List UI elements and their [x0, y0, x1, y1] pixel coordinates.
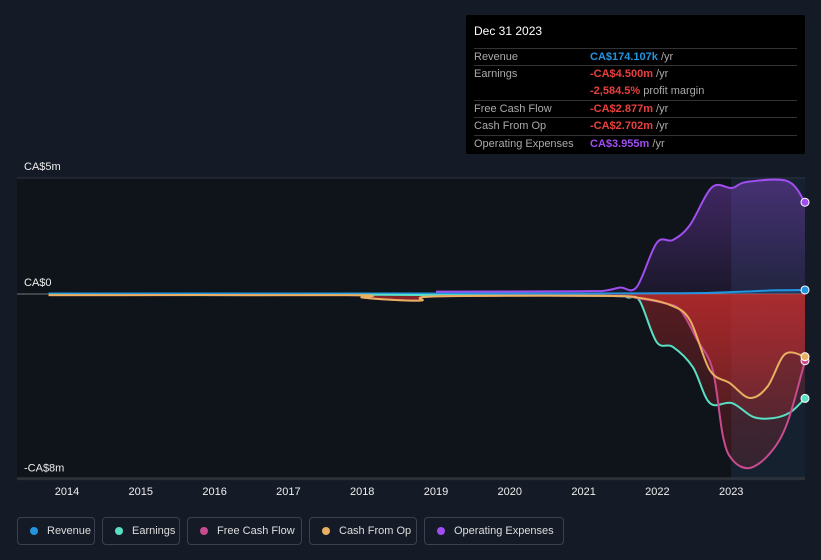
- revenue-end-marker[interactable]: [800, 285, 810, 295]
- y-tick-label: CA$5m: [24, 161, 61, 173]
- tooltip-date: Dec 31 2023: [474, 24, 543, 38]
- x-tick-label: 2018: [350, 486, 374, 498]
- tooltip-row: Earnings -CA$4.500m /yr: [474, 65, 797, 83]
- legend-label: Cash From Op: [339, 525, 412, 537]
- tooltip-label: Free Cash Flow: [474, 102, 552, 115]
- tooltip-row: -2,584.5% profit margin: [474, 83, 797, 100]
- legend-dot-icon: [30, 527, 38, 535]
- tooltip-row: Free Cash Flow -CA$2.877m /yr: [474, 99, 797, 118]
- tooltip-label: Revenue: [474, 51, 519, 63]
- legend-item-operating-expenses[interactable]: Operating Expenses: [424, 517, 564, 545]
- legend-dot-icon: [115, 527, 123, 535]
- x-tick-label: 2020: [498, 486, 522, 498]
- legend-label: Earnings: [132, 525, 176, 537]
- legend-label: Free Cash Flow: [217, 525, 295, 537]
- x-tick-label: 2019: [424, 486, 448, 498]
- tooltip-value: -CA$4.500m /yr: [590, 68, 669, 81]
- x-tick-label: 2016: [202, 486, 226, 498]
- y-tick-label: CA$0: [24, 277, 52, 289]
- tooltip-value: -2,584.5% profit margin: [590, 84, 705, 97]
- legend-item-free-cash-flow[interactable]: Free Cash Flow: [187, 517, 302, 545]
- x-tick-label: 2023: [719, 486, 743, 498]
- tooltip-row: Operating Expenses CA$3.955m /yr: [474, 134, 797, 153]
- tooltip-value: -CA$2.702m /yr: [590, 120, 669, 133]
- legend-label: Operating Expenses: [454, 525, 554, 537]
- legend-label: Revenue: [47, 525, 92, 537]
- tooltip-value: -CA$2.877m /yr: [590, 102, 669, 115]
- legend-item-revenue[interactable]: Revenue: [17, 517, 95, 545]
- legend-item-earnings[interactable]: Earnings: [102, 517, 180, 545]
- cash-from-op-end-marker[interactable]: [800, 352, 810, 362]
- tooltip: Dec 31 2023 Revenue CA$174.107k /yr Earnin…: [466, 15, 805, 154]
- tooltip-label: Cash From Op: [474, 120, 547, 133]
- tooltip-row: Cash From Op -CA$2.702m /yr: [474, 117, 797, 135]
- tooltip-row: Revenue CA$174.107k /yr: [474, 48, 797, 66]
- tooltip-value: CA$174.107k /yr: [590, 51, 674, 63]
- y-tick-label: -CA$8m: [24, 463, 64, 475]
- legend-dot-icon: [200, 527, 208, 535]
- x-tick-label: 2017: [276, 486, 300, 498]
- operating-expenses-end-marker[interactable]: [800, 197, 810, 207]
- legend-dot-icon: [322, 527, 330, 535]
- x-tick-label: 2014: [55, 486, 79, 498]
- tooltip-value: CA$3.955m /yr: [590, 137, 665, 150]
- x-tick-label: 2022: [645, 486, 669, 498]
- legend-item-cash-from-op[interactable]: Cash From Op: [309, 517, 417, 545]
- tooltip-label: Operating Expenses: [474, 137, 574, 150]
- legend-dot-icon: [437, 527, 445, 535]
- x-tick-label: 2021: [571, 486, 595, 498]
- tooltip-label: Earnings: [474, 68, 518, 81]
- x-tick-label: 2015: [129, 486, 153, 498]
- earnings-end-marker[interactable]: [800, 393, 810, 403]
